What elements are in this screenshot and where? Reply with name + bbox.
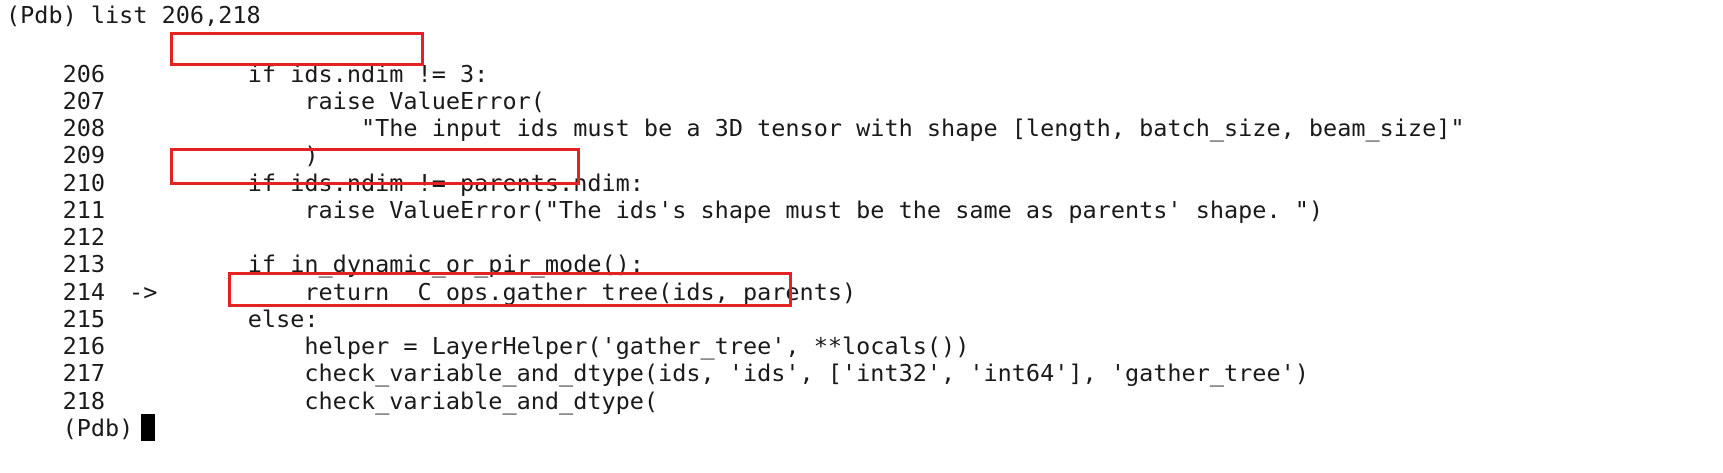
code-text: check_variable_and_dtype( — [134, 387, 659, 415]
terminal-window[interactable]: (Pdb) list 206,218 206 if ids.ndim != 3:… — [0, 0, 1723, 466]
highlight-box-gather-tree-return — [228, 272, 792, 307]
text-cursor — [141, 414, 156, 441]
code-line-208: 208 "The input ids must be a 3D tensor w… — [6, 83, 1465, 142]
code-line-213: 213 if in_dynamic_or_pir_mode(): — [6, 219, 644, 278]
pdb-prompt-line[interactable]: (Pdb) — [6, 383, 156, 442]
pdb-prompt: (Pdb) — [62, 414, 134, 442]
code-line-212: 212 — [6, 192, 135, 251]
highlight-box-parents-ndim-check — [170, 148, 580, 185]
pdb-command-line: (Pdb) list 206,218 — [6, 1, 261, 29]
highlight-box-ids-ndim-check — [170, 32, 424, 66]
code-line-217: 217 check_variable_and_dtype(ids, 'ids',… — [6, 328, 1309, 387]
code-line-218: 218 check_variable_and_dtype( — [6, 356, 658, 415]
code-line-209: 209 ) — [6, 110, 319, 169]
